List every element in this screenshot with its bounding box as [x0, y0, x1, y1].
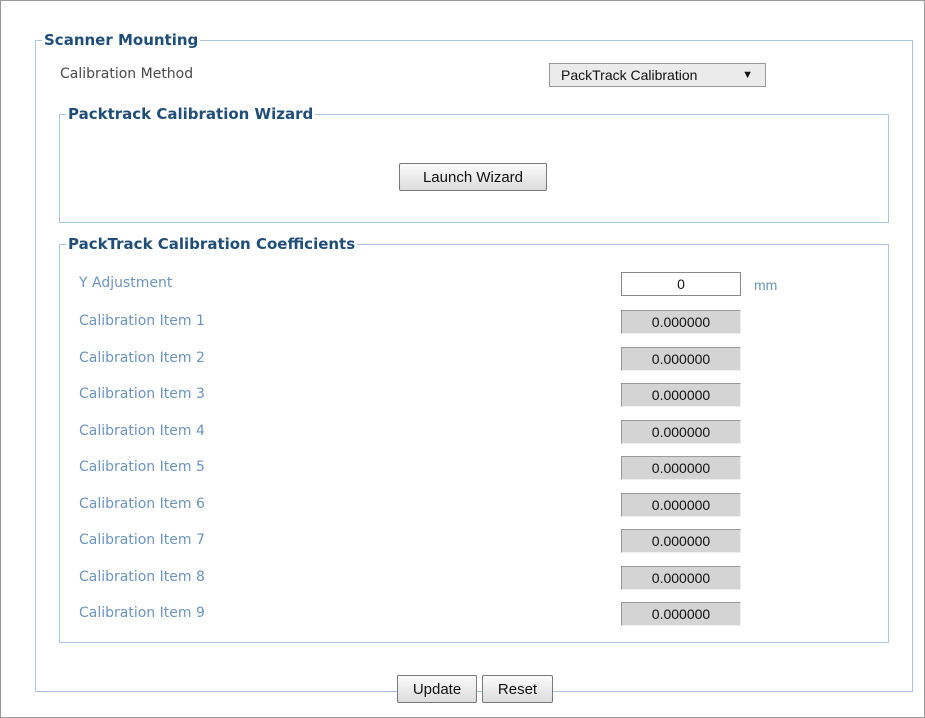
scanner-mounting-legend: Scanner Mounting [44, 31, 199, 49]
calibration-item-value: 0.000000 [621, 529, 741, 553]
update-button[interactable]: Update [397, 675, 477, 703]
calibration-item-label: Calibration Item 1 [79, 313, 205, 329]
calibration-item-value: 0.000000 [621, 493, 741, 517]
calibration-method-select[interactable]: PackTrack Calibration ▼ [549, 63, 766, 87]
y-adjustment-input[interactable]: 0 [621, 272, 741, 296]
y-adjustment-label: Y Adjustment [79, 275, 173, 291]
calibration-item-value: 0.000000 [621, 566, 741, 590]
launch-wizard-button[interactable]: Launch Wizard [399, 163, 547, 191]
calibration-item-value: 0.000000 [621, 456, 741, 480]
calibration-item-label: Calibration Item 3 [79, 386, 205, 402]
chevron-down-icon: ▼ [742, 69, 753, 81]
calibration-item-value: 0.000000 [621, 383, 741, 407]
calibration-item-label: Calibration Item 2 [79, 350, 205, 366]
calibration-item-label: Calibration Item 6 [79, 496, 205, 512]
calibration-item-value: 0.000000 [621, 347, 741, 371]
calibration-method-label: Calibration Method [60, 66, 194, 82]
y-adjustment-unit: mm [754, 277, 778, 293]
calibration-item-label: Calibration Item 8 [79, 569, 205, 585]
calibration-item-value: 0.000000 [621, 310, 741, 334]
calibration-item-value: 0.000000 [621, 420, 741, 444]
calibration-method-value: PackTrack Calibration [561, 67, 698, 83]
settings-panel: Scanner Mounting Calibration Method Pack… [0, 0, 925, 718]
calibration-coefficients-legend: PackTrack Calibration Coefficients [68, 235, 356, 253]
calibration-item-label: Calibration Item 5 [79, 459, 205, 475]
calibration-item-label: Calibration Item 4 [79, 423, 205, 439]
calibration-item-label: Calibration Item 9 [79, 605, 205, 621]
reset-button[interactable]: Reset [482, 675, 553, 703]
calibration-wizard-legend: Packtrack Calibration Wizard [68, 105, 314, 123]
calibration-item-label: Calibration Item 7 [79, 532, 205, 548]
calibration-item-value: 0.000000 [621, 602, 741, 626]
